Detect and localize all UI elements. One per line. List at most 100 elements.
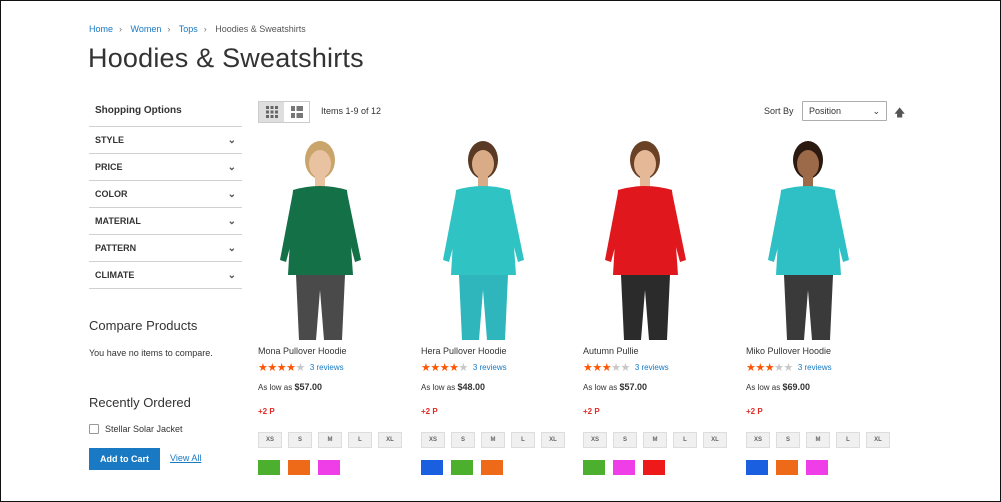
breadcrumb-women[interactable]: Women xyxy=(131,24,162,34)
size-option-xl[interactable]: XL xyxy=(378,432,402,448)
breadcrumb-separator: › xyxy=(119,24,123,34)
size-option-xs[interactable]: XS xyxy=(746,432,770,448)
size-options: XS S M L XL xyxy=(258,432,408,448)
color-swatch[interactable] xyxy=(613,460,635,475)
product-image[interactable] xyxy=(746,140,871,340)
size-options: XS S M L XL xyxy=(583,432,733,448)
breadcrumb: Home › Women › Tops › Hoodies & Sweatshirts xyxy=(89,24,306,34)
product-card[interactable]: Mona Pullover Hoodie ★★★★★ 3 reviews As low… xyxy=(258,140,408,475)
product-price: As low as $57.00 xyxy=(258,382,408,392)
product-card[interactable]: Autumn Pullie ★★★★★ 3 reviews As low as $57… xyxy=(583,140,733,475)
product-image[interactable] xyxy=(583,140,708,340)
filter-label: PRICE xyxy=(95,162,123,172)
product-card[interactable]: Hera Pullover Hoodie ★★★★★ 3 reviews As low… xyxy=(421,140,571,475)
product-card[interactable]: Miko Pullover Hoodie ★★★★★ 3 reviews As low… xyxy=(746,140,896,475)
color-swatch[interactable] xyxy=(421,460,443,475)
filter-price[interactable]: PRICE ⌄ xyxy=(89,154,242,181)
reviews-link[interactable]: 3 reviews xyxy=(473,363,507,372)
items-count: Items 1-9 of 12 xyxy=(321,106,382,116)
product-rating: ★★★★★ 3 reviews xyxy=(421,361,571,374)
recent-item: Stellar Solar Jacket xyxy=(89,424,183,434)
sort-direction-arrow-icon[interactable]: 🡅 xyxy=(894,104,905,123)
product-price: As low as $69.00 xyxy=(746,382,896,392)
rating-stars-icon: ★★★★★ xyxy=(583,362,630,374)
price-prefix: As low as xyxy=(258,383,293,392)
reviews-link[interactable]: 3 reviews xyxy=(798,363,832,372)
recent-item-checkbox[interactable] xyxy=(89,424,99,434)
sort-select[interactable]: Position ⌄ xyxy=(802,101,887,121)
product-image[interactable] xyxy=(258,140,383,340)
product-image[interactable] xyxy=(421,140,546,340)
size-option-xs[interactable]: XS xyxy=(583,432,607,448)
filter-label: MATERIAL xyxy=(95,216,141,226)
size-option-l[interactable]: L xyxy=(348,432,372,448)
color-swatches xyxy=(583,460,733,475)
breadcrumb-home[interactable]: Home xyxy=(89,24,113,34)
color-swatch[interactable] xyxy=(806,460,828,475)
price-value: $69.00 xyxy=(782,382,810,392)
reviews-link[interactable]: 3 reviews xyxy=(310,363,344,372)
size-option-m[interactable]: M xyxy=(318,432,342,448)
filter-pattern[interactable]: PATTERN ⌄ xyxy=(89,235,242,262)
size-option-s[interactable]: S xyxy=(776,432,800,448)
list-view-icon xyxy=(290,106,303,118)
color-swatch[interactable] xyxy=(318,460,340,475)
price-prefix: As low as xyxy=(421,383,456,392)
product-price: As low as $48.00 xyxy=(421,382,571,392)
chevron-down-icon: ⌄ xyxy=(227,134,236,146)
breadcrumb-tops[interactable]: Tops xyxy=(179,24,198,34)
price-value: $57.00 xyxy=(619,382,647,392)
product-name[interactable]: Hera Pullover Hoodie xyxy=(421,346,571,356)
filter-label: STYLE xyxy=(95,135,125,145)
size-option-xl[interactable]: XL xyxy=(703,432,727,448)
recently-ordered-title: Recently Ordered xyxy=(89,395,191,410)
price-prefix: As low as xyxy=(746,383,781,392)
shopping-options-title: Shopping Options xyxy=(89,100,242,127)
size-option-xs[interactable]: XS xyxy=(421,432,445,448)
rating-stars-icon: ★★★★★ xyxy=(746,362,793,374)
size-option-s[interactable]: S xyxy=(613,432,637,448)
color-swatch[interactable] xyxy=(258,460,280,475)
breadcrumb-separator: › xyxy=(167,24,171,34)
product-rating: ★★★★★ 3 reviews xyxy=(583,361,733,374)
reviews-link[interactable]: 3 reviews xyxy=(635,363,669,372)
price-prefix: As low as xyxy=(583,383,618,392)
size-option-xl[interactable]: XL xyxy=(541,432,565,448)
reward-points: +2 P xyxy=(583,407,600,416)
size-option-l[interactable]: L xyxy=(836,432,860,448)
size-option-s[interactable]: S xyxy=(451,432,475,448)
grid-view-icon xyxy=(265,106,278,118)
color-swatches xyxy=(421,460,571,475)
product-name[interactable]: Mona Pullover Hoodie xyxy=(258,346,408,356)
view-all-link[interactable]: View All xyxy=(170,453,201,463)
size-option-l[interactable]: L xyxy=(673,432,697,448)
color-swatch[interactable] xyxy=(451,460,473,475)
color-swatch[interactable] xyxy=(746,460,768,475)
size-option-xl[interactable]: XL xyxy=(866,432,890,448)
size-option-s[interactable]: S xyxy=(288,432,312,448)
size-options: XS S M L XL xyxy=(746,432,896,448)
grid-view-button[interactable] xyxy=(259,102,284,122)
product-name[interactable]: Miko Pullover Hoodie xyxy=(746,346,896,356)
size-option-m[interactable]: M xyxy=(481,432,505,448)
size-option-l[interactable]: L xyxy=(511,432,535,448)
color-swatch[interactable] xyxy=(776,460,798,475)
color-swatch[interactable] xyxy=(643,460,665,475)
color-swatch[interactable] xyxy=(583,460,605,475)
product-price: As low as $57.00 xyxy=(583,382,733,392)
size-option-m[interactable]: M xyxy=(643,432,667,448)
product-name[interactable]: Autumn Pullie xyxy=(583,346,733,356)
filter-material[interactable]: MATERIAL ⌄ xyxy=(89,208,242,235)
sort-by-label: Sort By xyxy=(764,106,794,116)
size-option-m[interactable]: M xyxy=(806,432,830,448)
filter-style[interactable]: STYLE ⌄ xyxy=(89,127,242,154)
add-to-cart-button[interactable]: Add to Cart xyxy=(89,448,160,470)
filter-label: COLOR xyxy=(95,189,128,199)
list-view-button[interactable] xyxy=(284,102,309,122)
color-swatch[interactable] xyxy=(481,460,503,475)
filter-color[interactable]: COLOR ⌄ xyxy=(89,181,242,208)
color-swatch[interactable] xyxy=(288,460,310,475)
size-option-xs[interactable]: XS xyxy=(258,432,282,448)
filter-climate[interactable]: CLIMATE ⌄ xyxy=(89,262,242,289)
breadcrumb-current: Hoodies & Sweatshirts xyxy=(215,24,306,34)
